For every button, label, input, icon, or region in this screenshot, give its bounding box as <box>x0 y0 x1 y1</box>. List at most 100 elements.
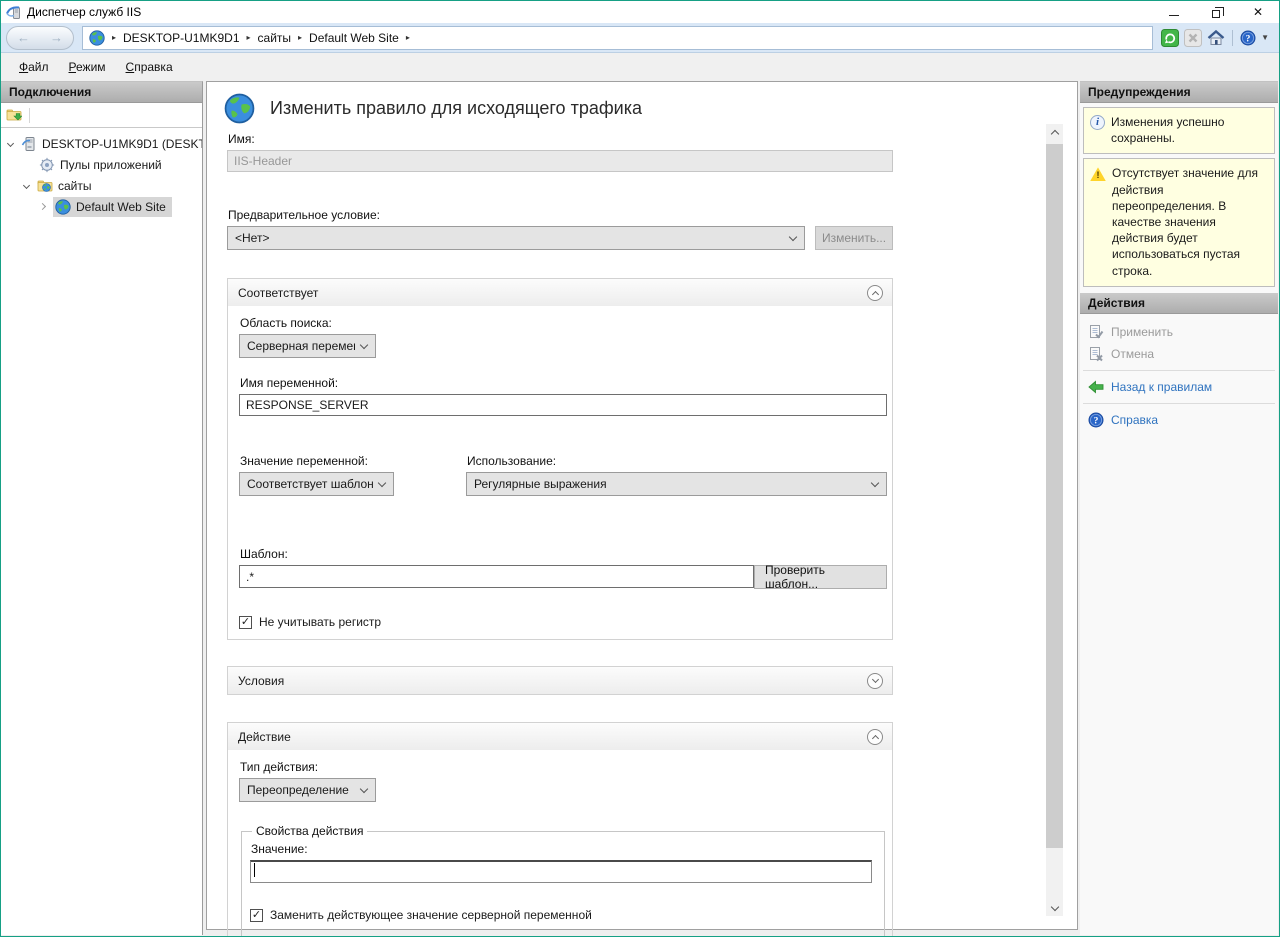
sidebar-item-default-web-site[interactable]: Default Web Site <box>1 196 202 217</box>
action-section-body: Тип действия: Переопределение Свойства д… <box>228 750 892 937</box>
test-pattern-button[interactable]: Проверить шаблон... <box>754 565 887 589</box>
alerts-header: Предупреждения <box>1080 82 1278 103</box>
globe-icon <box>224 93 255 124</box>
breadcrumb[interactable]: ▸ DESKTOP-U1MK9D1 ▸ сайты ▸ Default Web … <box>82 26 1153 50</box>
save-connection-icon[interactable] <box>6 107 22 123</box>
back-to-rules-action[interactable]: Назад к правилам <box>1080 376 1278 398</box>
sidebar-item-server[interactable]: DESKTOP-U1MK9D1 (DESKTOI <box>1 133 202 154</box>
toolbar-divider <box>1232 30 1233 46</box>
breadcrumb-separator-icon: ▸ <box>298 33 302 42</box>
breadcrumb-item-default-web-site[interactable]: Default Web Site <box>309 31 399 45</box>
chevron-down-icon <box>789 232 797 240</box>
breadcrumb-item-sites[interactable]: сайты <box>258 31 292 45</box>
breadcrumb-item-server[interactable]: DESKTOP-U1MK9D1 <box>123 31 239 45</box>
alert-info: i Изменения успешно сохранены. <box>1083 107 1275 154</box>
right-panel: Предупреждения i Изменения успешно сохра… <box>1080 81 1278 935</box>
scope-select[interactable]: Серверная переменн <box>239 334 376 358</box>
variable-name-input[interactable] <box>239 394 887 416</box>
using-label: Использование: <box>467 454 887 468</box>
cancel-label: Отмена <box>1111 347 1154 361</box>
server-icon <box>21 136 37 152</box>
titlebar: Диспетчер служб IIS ✕ <box>1 1 1279 23</box>
action-type-select[interactable]: Переопределение <box>239 778 376 802</box>
help-icon[interactable] <box>1240 30 1256 46</box>
match-section-title: Соответствует <box>238 286 318 300</box>
sites-folder-icon <box>37 178 53 194</box>
action-section-header[interactable]: Действие <box>228 723 892 750</box>
toolbar-divider <box>29 108 30 123</box>
connections-header: Подключения <box>1 82 202 103</box>
chevron-collapsed-icon[interactable] <box>39 203 46 210</box>
breadcrumb-separator-icon: ▸ <box>112 33 116 42</box>
sidebar-item-app-pools[interactable]: Пулы приложений <box>1 154 202 175</box>
collapse-icon[interactable] <box>867 285 883 301</box>
back-button[interactable]: ← <box>17 31 30 44</box>
precondition-select[interactable]: <Нет> <box>227 226 805 250</box>
close-button[interactable]: ✕ <box>1237 1 1279 23</box>
help-dropdown-icon[interactable]: ▼ <box>1261 33 1269 42</box>
ignore-case-checkbox[interactable] <box>239 616 252 629</box>
help-action[interactable]: Справка <box>1080 409 1278 431</box>
page-title: Изменить правило для исходящего трафика <box>270 98 642 119</box>
action-properties-title: Свойства действия <box>252 824 367 838</box>
action-section: Действие Тип действия: Переопределение С… <box>227 722 893 937</box>
name-input <box>227 150 893 172</box>
chevron-down-icon <box>1050 902 1058 910</box>
variable-value-select[interactable]: Соответствует шаблону <box>239 472 394 496</box>
chevron-expanded-icon[interactable] <box>7 140 14 147</box>
pattern-row: Проверить шаблон... <box>239 565 887 589</box>
actions-list: Применить Отмена Назад к правилам Справк… <box>1080 314 1278 435</box>
alert-warning-text: Отсутствует значение для действия переоп… <box>1112 165 1268 278</box>
variable-value-value: Соответствует шаблону <box>247 477 373 491</box>
variable-value-label: Значение переменной: <box>240 454 466 468</box>
value-using-row: Значение переменной: Соответствует шабло… <box>239 454 887 496</box>
back-to-rules-label: Назад к правилам <box>1111 380 1212 394</box>
chevron-up-icon <box>871 290 878 297</box>
chevron-expanded-icon[interactable] <box>23 182 30 189</box>
vertical-scrollbar[interactable] <box>1046 124 1063 916</box>
restart-icon[interactable] <box>1161 29 1179 47</box>
breadcrumb-separator-icon: ▸ <box>247 33 251 42</box>
scroll-down-button[interactable] <box>1046 899 1063 916</box>
value-label: Значение: <box>251 842 872 856</box>
application-pools-icon <box>39 157 55 173</box>
connections-toolbar <box>1 103 202 128</box>
minimize-icon <box>1169 15 1179 16</box>
edit-precondition-button: Изменить... <box>815 226 893 250</box>
address-bar-tools: ▼ <box>1161 29 1269 47</box>
replace-checkbox[interactable] <box>250 909 263 922</box>
menu-bar: Файл Режим Справка <box>1 53 1279 81</box>
replace-row: Заменить действующее значение серверной … <box>250 908 872 922</box>
collapse-icon[interactable] <box>867 729 883 745</box>
menu-file[interactable]: Файл <box>10 56 58 78</box>
variable-name-label: Имя переменной: <box>240 376 887 390</box>
scroll-up-button[interactable] <box>1046 124 1063 141</box>
chevron-down-icon <box>871 676 878 683</box>
document-x-icon <box>1088 346 1104 362</box>
scrollbar-thumb[interactable] <box>1046 144 1063 848</box>
restore-button[interactable] <box>1195 1 1237 23</box>
value-input[interactable] <box>250 860 872 883</box>
match-section-header[interactable]: Соответствует <box>228 279 892 306</box>
minimize-button[interactable] <box>1153 1 1195 23</box>
help-icon <box>1088 412 1104 428</box>
scope-value: Серверная переменн <box>247 339 355 353</box>
expand-icon[interactable] <box>867 673 883 689</box>
pattern-input[interactable] <box>239 565 754 588</box>
value-input-wrap <box>250 860 872 883</box>
menu-view[interactable]: Режим <box>60 56 115 78</box>
restore-icon <box>1212 10 1220 18</box>
sidebar-item-sites[interactable]: сайты <box>1 175 202 196</box>
forward-button[interactable]: → <box>50 31 63 44</box>
chevron-up-icon <box>1050 130 1058 138</box>
using-select[interactable]: Регулярные выражения <box>466 472 887 496</box>
text-caret <box>254 863 255 877</box>
conditions-section-title: Условия <box>238 674 284 688</box>
globe-icon <box>89 30 105 46</box>
page-header: Изменить правило для исходящего трафика <box>207 82 1077 124</box>
home-icon[interactable] <box>1207 29 1225 47</box>
selected-tree-item[interactable]: Default Web Site <box>53 197 172 217</box>
menu-help[interactable]: Справка <box>117 56 182 78</box>
document-check-icon <box>1088 324 1104 340</box>
conditions-section-header[interactable]: Условия <box>228 667 892 694</box>
